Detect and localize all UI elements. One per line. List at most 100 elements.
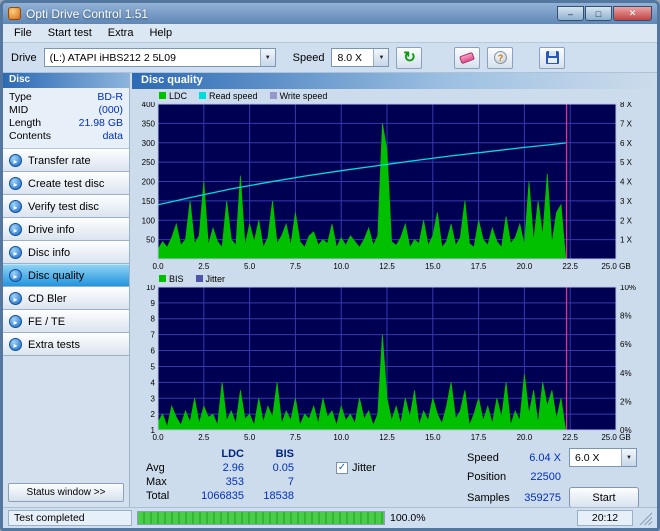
status-message: Test completed [8,510,132,526]
svg-text:20.0: 20.0 [517,433,533,442]
refresh-button[interactable]: ↻ [396,47,422,69]
legend-label: LDC [169,91,187,101]
svg-text:0.0: 0.0 [152,433,164,442]
svg-text:300: 300 [142,139,156,148]
save-button[interactable] [539,47,565,69]
minimize-button[interactable]: – [557,6,584,21]
info-value: BD-R [97,91,123,104]
disc-info-row: Length21.98 GB [9,117,123,130]
sidebar-item-label: FE / TE [28,316,65,328]
svg-text:3 X: 3 X [620,197,633,206]
speed-select[interactable]: 8.0 X ▼ [331,48,389,67]
sidebar-item-label: Disc info [28,247,70,259]
chevron-down-icon[interactable]: ▼ [621,449,636,466]
sidebar-item-verify-test-disc[interactable]: ▸ Verify test disc [3,195,129,218]
disc-info-row: MID (000) [9,104,123,117]
svg-text:400: 400 [142,102,156,109]
disc-question-icon: ? [494,51,507,64]
arrow-orb-icon: ▸ [9,246,22,259]
menu-extra[interactable]: Extra [100,25,142,41]
legend-item-bis: BIS [159,274,184,284]
max-ldc-value: 353 [180,476,244,488]
svg-text:0.0: 0.0 [152,262,164,271]
arrow-orb-icon: ▸ [9,292,22,305]
menu-file[interactable]: File [6,25,40,41]
legend-item-ldc: LDC [159,91,187,101]
sidebar-item-extra-tests[interactable]: ▸Extra tests [3,333,129,356]
test-speed-select[interactable]: 6.0 X ▼ [569,448,637,467]
titlebar[interactable]: Opti Drive Control 1.51 – □ ✕ [3,3,657,24]
svg-text:4%: 4% [620,369,632,378]
bis-column-header: BIS [244,448,294,460]
info-label: Contents [9,130,51,143]
svg-text:10: 10 [146,285,155,292]
stats-panel: LDC BIS Avg 2.96 0.05 Max 353 7 Total 10… [132,443,657,508]
sidebar-item-label: Verify test disc [28,201,99,213]
sidebar-item-fe-te[interactable]: ▸FE / TE [3,310,129,333]
sidebar-buttons: ▸Transfer rate▸Create test disc▸Verify t… [3,149,129,356]
erase-disc-button[interactable] [454,47,480,69]
menu-start-test[interactable]: Start test [40,25,100,41]
chevron-down-icon[interactable]: ▼ [373,49,388,66]
legend-swatch-icon [159,275,166,282]
info-value: data [103,130,123,143]
sidebar-item-label: Create test disc [28,178,104,190]
info-label: MID [9,104,28,117]
test-speed-select-value: 6.0 X [575,452,600,464]
svg-text:25.0 GB: 25.0 GB [601,433,630,442]
page-title: Disc quality [132,73,657,89]
svg-text:1 X: 1 X [620,236,633,245]
svg-text:7 X: 7 X [620,119,633,128]
status-window-button[interactable]: Status window >> [8,483,124,502]
avg-ldc-value: 2.96 [180,462,244,474]
menubar: FileStart testExtraHelp [3,24,657,43]
arrow-orb-icon: ▸ [9,269,22,282]
disc-question-button[interactable]: ? [487,47,513,69]
sidebar-item-cd-bler[interactable]: ▸CD Bler [3,287,129,310]
svg-text:5.0: 5.0 [244,433,256,442]
avg-bis-value: 0.05 [244,462,294,474]
chevron-down-icon[interactable]: ▼ [260,49,275,66]
close-button[interactable]: ✕ [613,6,652,21]
svg-text:15.0: 15.0 [425,433,441,442]
disc-info-panel: TypeBD-RMID(000)Length21.98 GBContentsda… [3,88,129,149]
arrow-orb-icon: ▸ [9,200,22,213]
save-icon [546,51,559,64]
svg-text:15.0: 15.0 [425,262,441,271]
start-button[interactable]: Start [569,487,639,508]
arrow-orb-icon: ▸ [9,177,22,190]
svg-text:17.5: 17.5 [471,262,487,271]
drive-select[interactable]: (L:) ATAPI iHBS212 2 5L09 ▼ [44,48,276,67]
legend-item-read-speed: Read speed [199,91,258,101]
progress-bar [137,511,385,525]
jitter-checkbox-label: Jitter [352,462,376,474]
legend-swatch-icon [159,92,166,99]
position-stat-label: Position [467,471,517,483]
maximize-button[interactable]: □ [585,6,612,21]
svg-text:7.5: 7.5 [290,262,302,271]
sidebar-item-create-test-disc[interactable]: ▸ Create test disc [3,172,129,195]
svg-text:2 X: 2 X [620,216,633,225]
jitter-checkbox-group[interactable]: ✓ Jitter [336,462,376,474]
max-bis-value: 7 [244,476,294,488]
legend-label: BIS [169,274,184,284]
resize-grip-icon[interactable] [638,511,652,525]
svg-text:22.5: 22.5 [562,262,578,271]
sidebar-item-disc-info[interactable]: ▸ Disc info [3,241,129,264]
sidebar-item-transfer-rate[interactable]: ▸Transfer rate [3,149,129,172]
info-value: (000) [98,104,123,117]
legend-top: LDCRead speedWrite speed [132,89,657,102]
sidebar-item-label: Drive info [28,224,74,236]
info-label: Length [9,117,41,130]
ldc-column-header: LDC [180,448,244,460]
jitter-checkbox[interactable]: ✓ [336,462,348,474]
sidebar-item-drive-info[interactable]: ▸Drive info [3,218,129,241]
menu-help[interactable]: Help [141,25,180,41]
arrow-orb-icon: ▸ [9,338,22,351]
svg-text:20.0: 20.0 [517,262,533,271]
eraser-icon [460,51,476,63]
ldc-read-speed-chart: 400350300250200150100508 X7 X6 X5 X4 X3 … [132,102,652,272]
sidebar-item-label: Transfer rate [28,155,91,167]
svg-text:10.0: 10.0 [333,262,349,271]
sidebar-item-disc-quality[interactable]: ▸Disc quality [3,264,129,287]
